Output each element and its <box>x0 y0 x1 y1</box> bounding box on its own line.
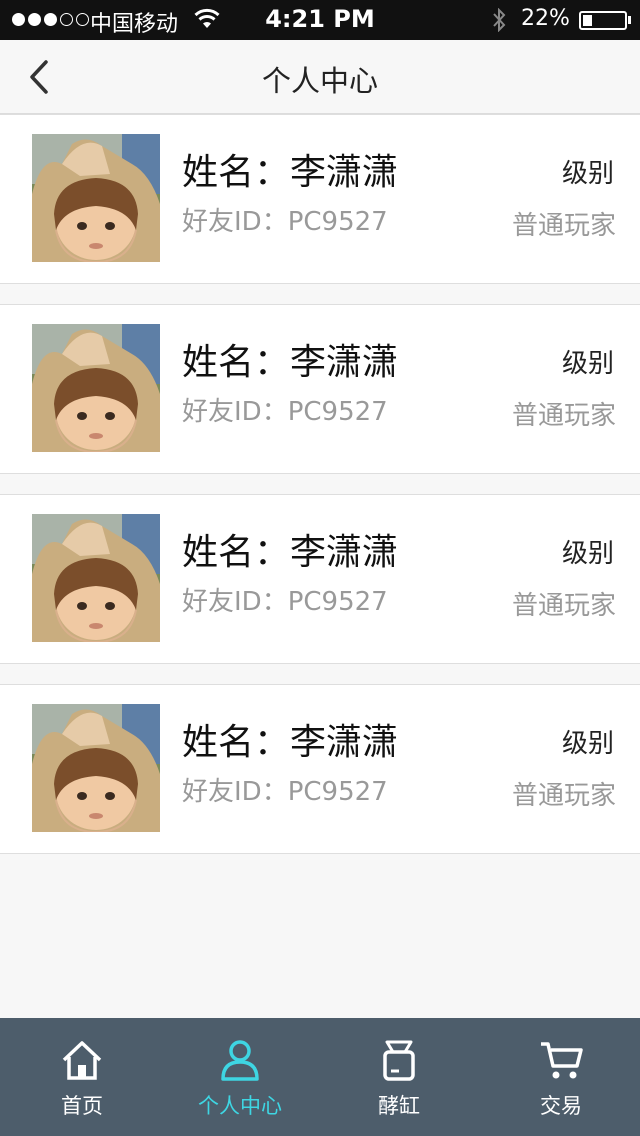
page-title: 个人中心 <box>261 64 378 98</box>
tab-label: 首页 <box>61 1094 103 1118</box>
level-label: 级别 <box>561 539 614 569</box>
friend-name: 姓名：李潇潇 <box>182 342 399 383</box>
status-bar: 中国移动 4:21 PM 22% <box>0 0 640 40</box>
friend-id: 好友ID：PC9527 <box>182 587 388 617</box>
tab-label: 交易 <box>540 1094 582 1118</box>
avatar <box>32 704 160 832</box>
friend-id: 好友ID：PC9527 <box>182 207 388 237</box>
tab-home[interactable]: 首页 <box>0 1018 164 1136</box>
home-icon <box>62 1041 102 1080</box>
tab-jar[interactable]: 酵缸 <box>316 1018 482 1136</box>
friend-card[interactable]: 姓名：李潇潇 好友ID：PC9527 级别 普通玩家 <box>0 494 640 664</box>
level-value: 普通玩家 <box>511 591 616 621</box>
level-label: 级别 <box>561 729 614 759</box>
avatar <box>32 324 160 452</box>
jar-icon <box>383 1040 415 1081</box>
level-value: 普通玩家 <box>511 211 616 241</box>
tab-label: 个人中心 <box>198 1094 282 1118</box>
level-label: 级别 <box>561 349 614 379</box>
friend-id: 好友ID：PC9527 <box>182 777 388 807</box>
nav-bar: 个人中心 <box>0 40 640 114</box>
battery-percentage: 22% <box>521 6 570 31</box>
friend-card[interactable]: 姓名：李潇潇 好友ID：PC9527 级别 普通玩家 <box>0 684 640 854</box>
tab-personal-center[interactable]: 个人中心 <box>164 1018 316 1136</box>
avatar <box>32 134 160 262</box>
level-value: 普通玩家 <box>511 781 616 811</box>
friend-card[interactable]: 姓名：李潇潇 好友ID：PC9527 级别 普通玩家 <box>0 304 640 474</box>
tab-label: 酵缸 <box>378 1094 420 1118</box>
level-label: 级别 <box>561 159 614 189</box>
friend-name: 姓名：李潇潇 <box>182 532 399 573</box>
level-value: 普通玩家 <box>511 401 616 431</box>
tab-bar: 首页 个人中心 酵缸 交易 <box>0 1018 640 1136</box>
friend-card[interactable]: 姓名：李潇潇 好友ID：PC9527 级别 普通玩家 <box>0 114 640 284</box>
avatar <box>32 514 160 642</box>
friend-id: 好友ID：PC9527 <box>182 397 388 427</box>
battery-tip <box>628 16 631 24</box>
friend-name: 姓名：李潇潇 <box>182 722 399 763</box>
person-icon <box>221 1040 259 1081</box>
cart-icon <box>541 1042 583 1079</box>
friend-name: 姓名：李潇潇 <box>182 152 399 193</box>
bluetooth-icon <box>493 8 506 32</box>
tab-trade[interactable]: 交易 <box>482 1018 640 1136</box>
battery-icon <box>579 11 627 30</box>
